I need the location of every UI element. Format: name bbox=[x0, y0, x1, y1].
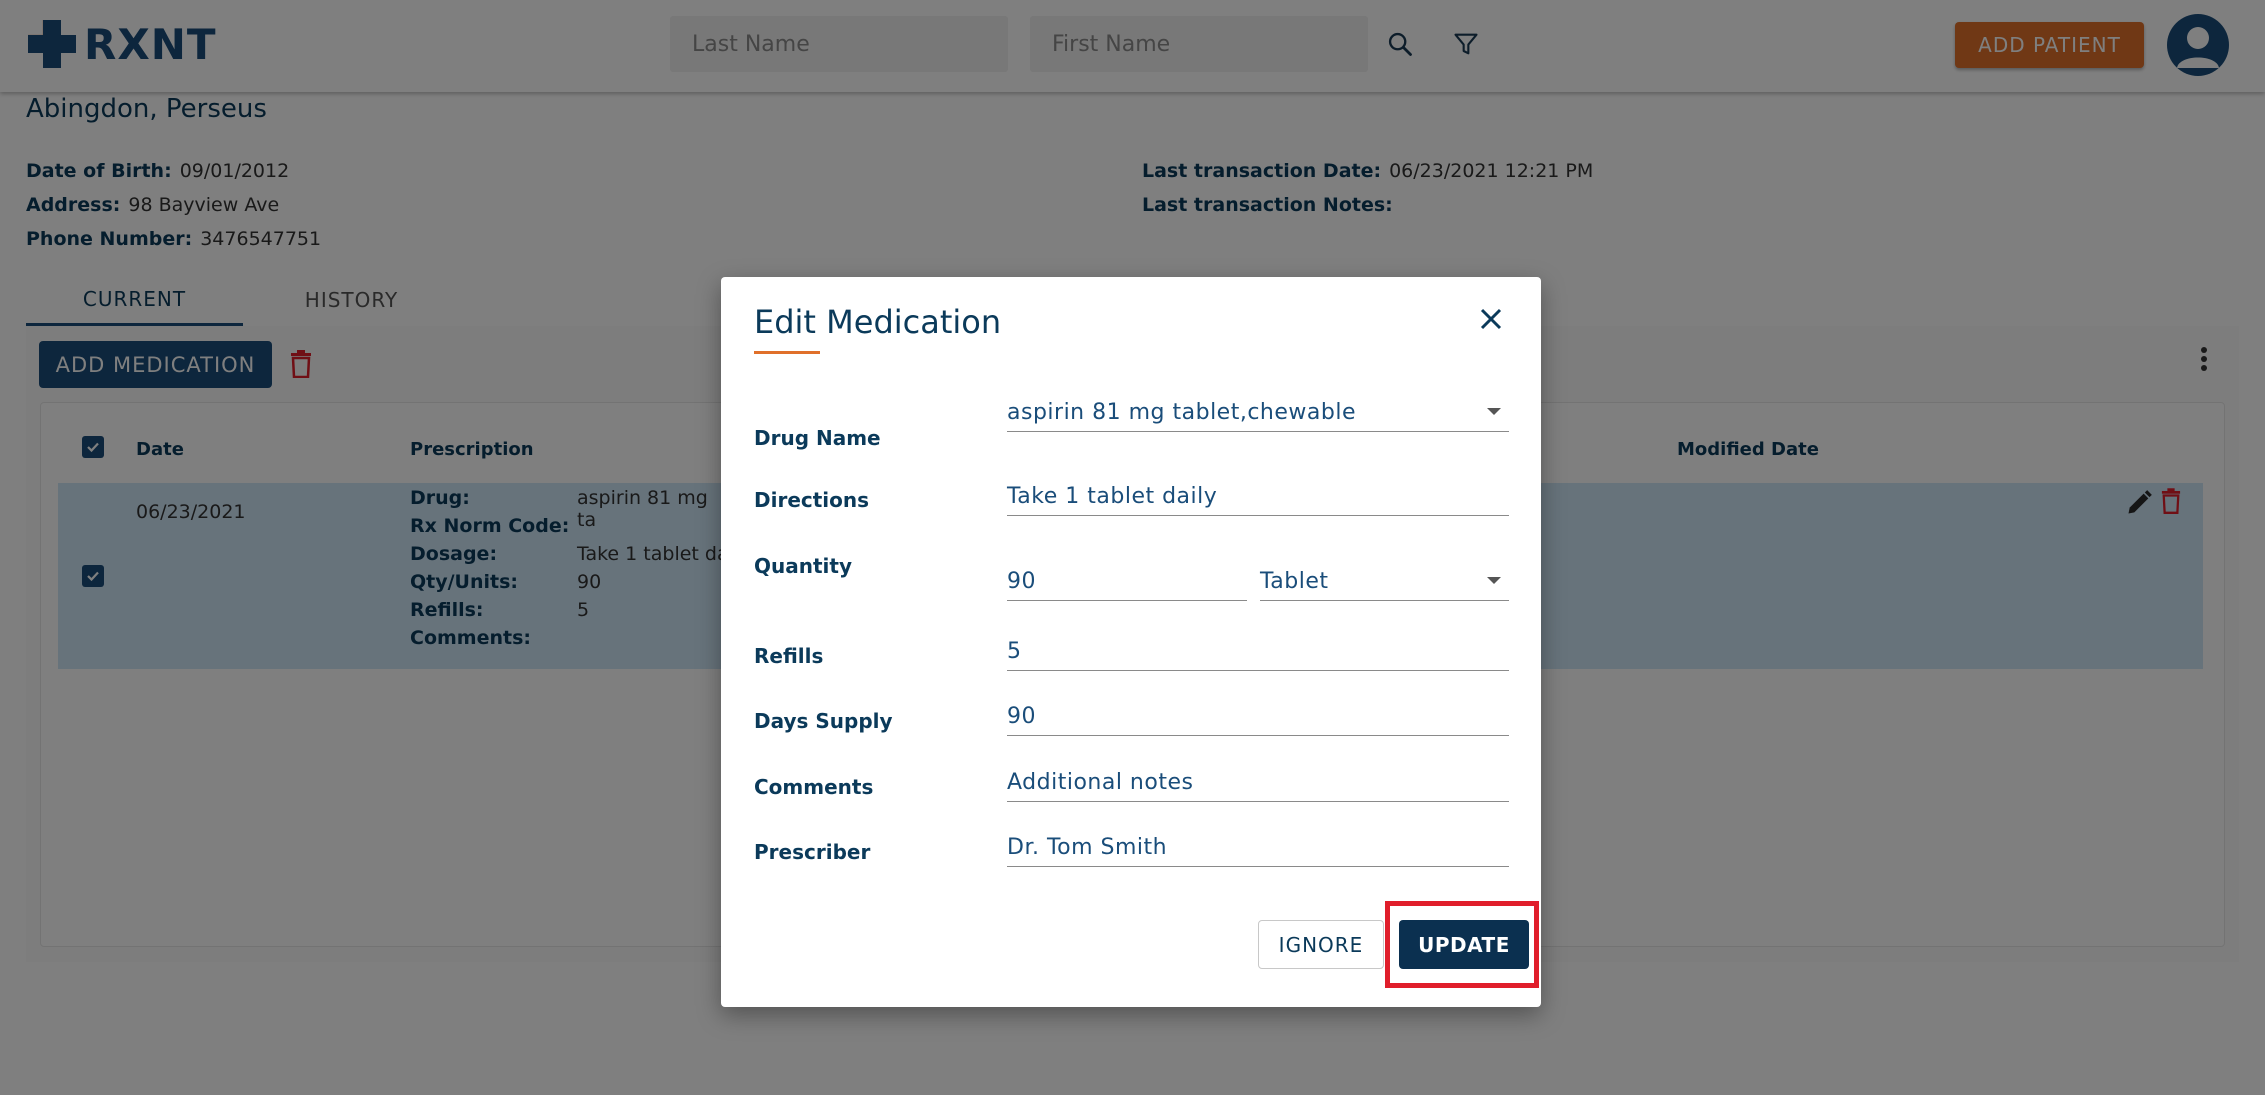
quantity-field[interactable]: 90 bbox=[1007, 557, 1247, 601]
update-button[interactable]: UPDATE bbox=[1399, 920, 1529, 969]
ignore-button[interactable]: IGNORE bbox=[1258, 920, 1384, 969]
directions-label: Directions bbox=[754, 488, 870, 512]
comments-placeholder: Additional notes bbox=[1007, 770, 1194, 795]
prescriber-field[interactable]: Dr. Tom Smith bbox=[1007, 823, 1509, 867]
comments-label: Comments bbox=[754, 775, 874, 799]
edit-medication-dialog: Edit Medication Drug Name aspirin 81 mg … bbox=[721, 277, 1541, 1007]
quantity-label: Quantity bbox=[754, 554, 852, 578]
prescriber-label: Prescriber bbox=[754, 840, 871, 864]
chevron-down-icon bbox=[1487, 408, 1501, 415]
days-supply-value: 90 bbox=[1007, 704, 1036, 729]
drug-name-select[interactable]: aspirin 81 mg tablet,chewable bbox=[1007, 388, 1509, 432]
comments-field[interactable]: Additional notes bbox=[1007, 758, 1509, 802]
refills-label: Refills bbox=[754, 644, 824, 668]
refills-value: 5 bbox=[1007, 639, 1022, 664]
days-supply-field[interactable]: 90 bbox=[1007, 692, 1509, 736]
dialog-title: Edit Medication bbox=[754, 303, 1002, 341]
drug-name-value: aspirin 81 mg tablet,chewable bbox=[1007, 400, 1356, 425]
unit-value: Tablet bbox=[1260, 569, 1329, 594]
title-underline bbox=[754, 351, 820, 354]
quantity-value: 90 bbox=[1007, 569, 1036, 594]
days-supply-label: Days Supply bbox=[754, 709, 893, 733]
unit-select[interactable]: Tablet bbox=[1260, 557, 1509, 601]
refills-field[interactable]: 5 bbox=[1007, 627, 1509, 671]
directions-field[interactable]: Take 1 tablet daily bbox=[1007, 472, 1509, 516]
drug-name-label: Drug Name bbox=[754, 426, 881, 450]
directions-value: Take 1 tablet daily bbox=[1007, 484, 1218, 509]
close-icon[interactable] bbox=[1471, 299, 1511, 339]
prescriber-value: Dr. Tom Smith bbox=[1007, 835, 1168, 860]
chevron-down-icon bbox=[1487, 577, 1501, 584]
